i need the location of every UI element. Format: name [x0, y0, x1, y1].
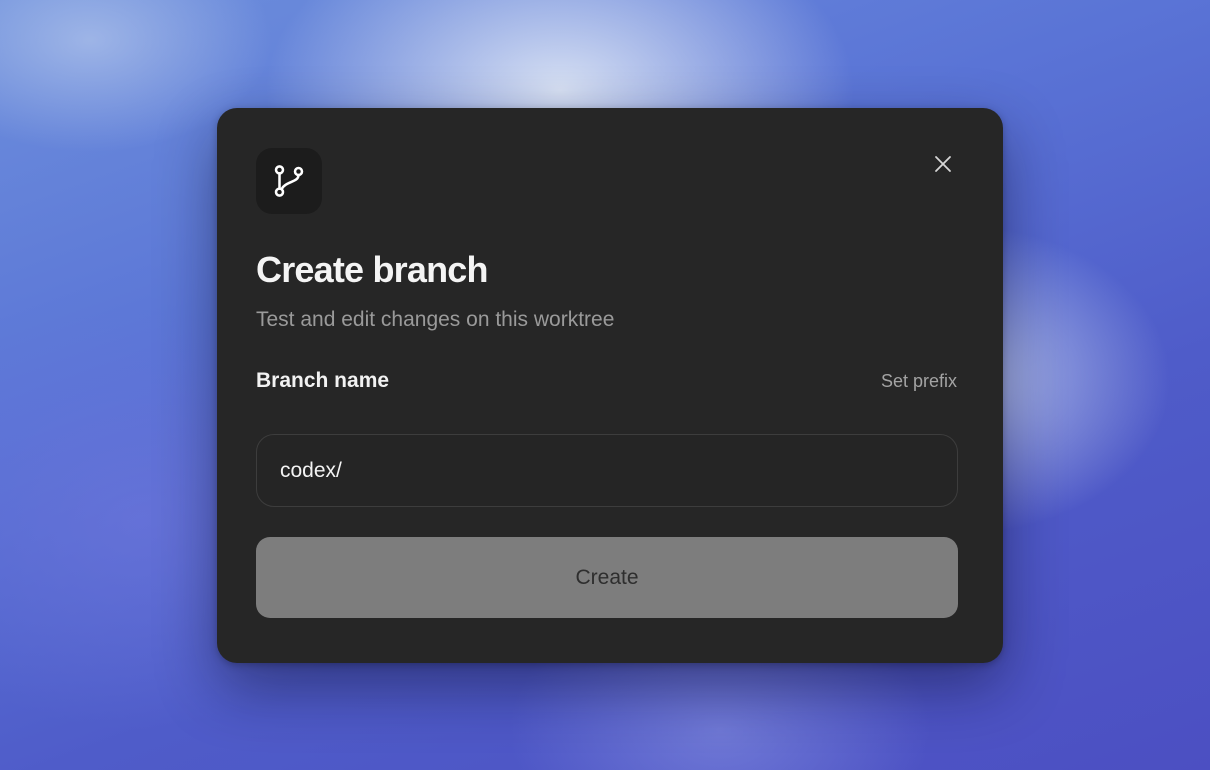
- create-button[interactable]: Create: [256, 537, 958, 618]
- dialog-title: Create branch: [256, 249, 488, 290]
- branch-name-field[interactable]: [256, 434, 958, 507]
- branch-name-label: Branch name: [256, 369, 390, 392]
- set-prefix-link[interactable]: Set prefix: [881, 368, 957, 394]
- dialog-subtitle: Test and edit changes on this worktree: [256, 308, 615, 331]
- desktop-background: Create branch Test and edit changes on t…: [0, 0, 1210, 770]
- git-branch-icon: [256, 148, 322, 214]
- close-button[interactable]: [925, 146, 961, 182]
- create-branch-dialog: Create branch Test and edit changes on t…: [217, 108, 1003, 663]
- close-icon: [935, 156, 951, 172]
- branch-name-input[interactable]: [280, 458, 930, 483]
